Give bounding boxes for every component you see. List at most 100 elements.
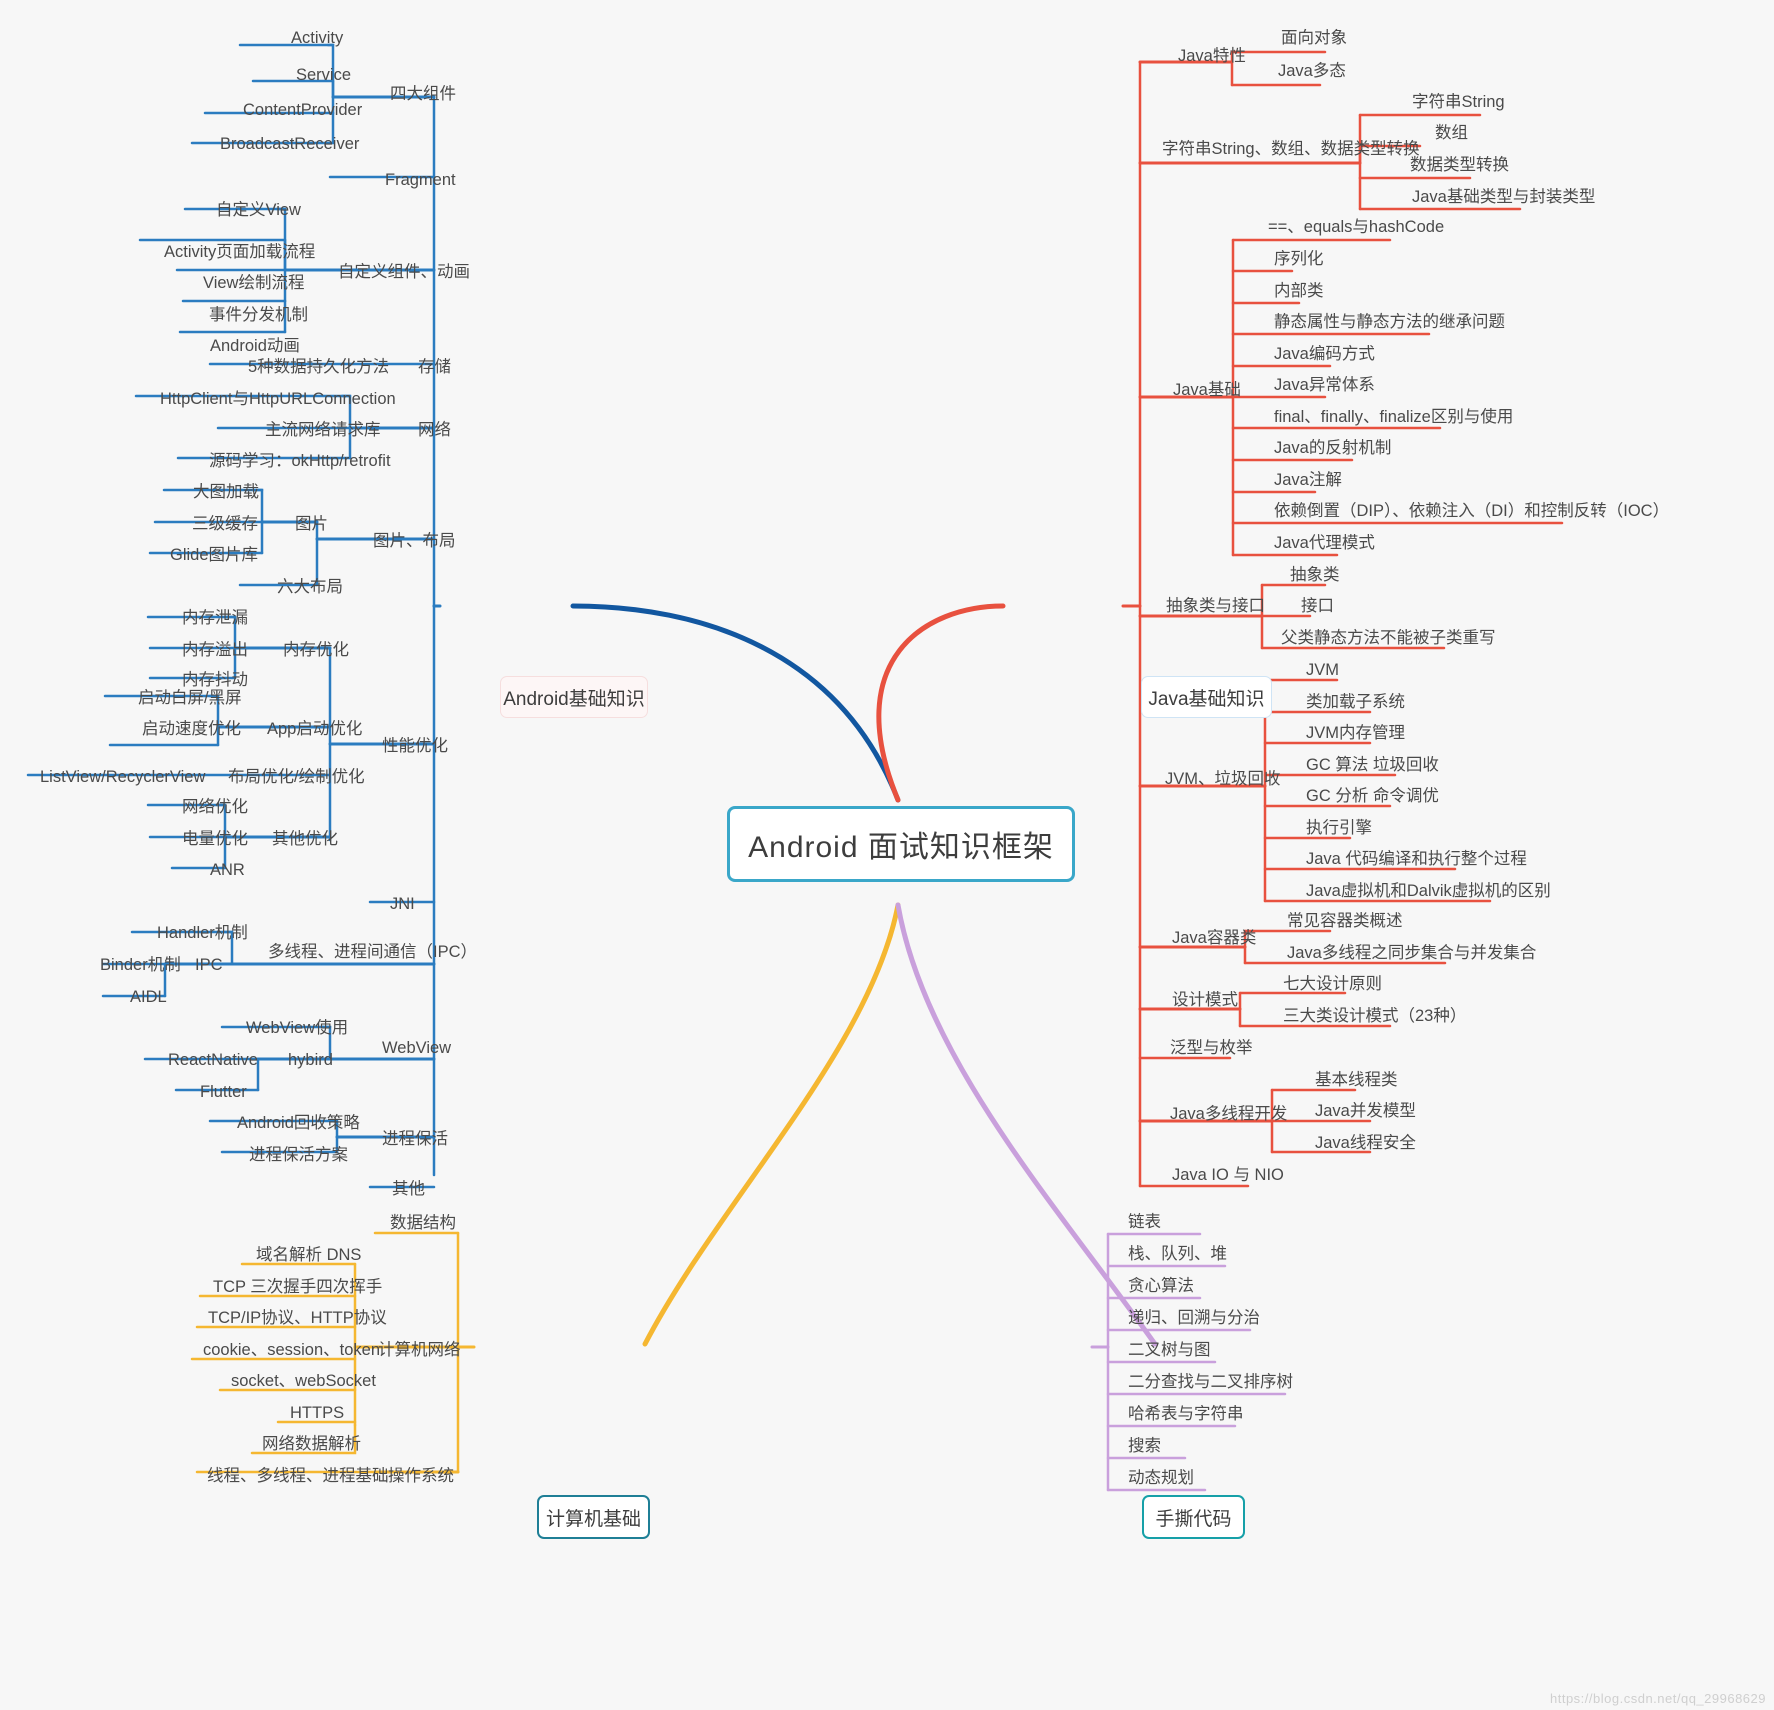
leaf-stack-queue-heap[interactable]: 栈、队列、堆 <box>1128 1244 1227 1264</box>
group-other-optimization[interactable]: 其他优化 <box>272 829 338 849</box>
leaf-webview-usage[interactable]: WebView使用 <box>246 1018 348 1038</box>
leaf-recursion-backtrack-divide[interactable]: 递归、回溯与分治 <box>1128 1308 1260 1328</box>
leaf-java-exception-system[interactable]: Java异常体系 <box>1274 375 1375 395</box>
leaf-network-optimization[interactable]: 网络优化 <box>182 797 248 817</box>
group-jni[interactable]: JNI <box>390 894 415 914</box>
group-image[interactable]: 图片 <box>295 514 328 534</box>
leaf-java-concurrency-model[interactable]: Java并发模型 <box>1315 1101 1416 1121</box>
leaf-jvm[interactable]: JVM <box>1306 660 1339 680</box>
leaf-java-encoding[interactable]: Java编码方式 <box>1274 344 1375 364</box>
leaf-three-pattern-types[interactable]: 三大类设计模式（23种） <box>1283 1006 1466 1026</box>
root-node[interactable]: Android 面试知识框架 <box>727 806 1075 882</box>
branch-handwritten-code[interactable]: 手撕代码 <box>1142 1495 1245 1539</box>
leaf-android-animation[interactable]: Android动画 <box>210 336 300 356</box>
leaf-handler-mechanism[interactable]: Handler机制 <box>157 923 248 943</box>
group-java-basics[interactable]: Java基础 <box>1173 380 1241 400</box>
leaf-basic-thread-class[interactable]: 基本线程类 <box>1315 1070 1398 1090</box>
group-java-io-nio[interactable]: Java IO 与 NIO <box>1172 1165 1284 1185</box>
leaf-six-layouts[interactable]: 六大布局 <box>277 577 343 597</box>
group-storage[interactable]: 存储 <box>418 357 451 377</box>
leaf-execution-engine[interactable]: 执行引擎 <box>1306 818 1372 838</box>
group-fragment[interactable]: Fragment <box>385 170 456 190</box>
leaf-abstract-class[interactable]: 抽象类 <box>1290 565 1340 585</box>
leaf-listview-recyclerview[interactable]: ListView/RecyclerView <box>40 767 205 787</box>
leaf-three-level-cache[interactable]: 三级缓存 <box>192 514 258 534</box>
leaf-content-provider[interactable]: ContentProvider <box>243 100 362 120</box>
leaf-compile-execute-process[interactable]: Java 代码编译和执行整个过程 <box>1306 849 1527 869</box>
leaf-java-thread-safety[interactable]: Java线程安全 <box>1315 1133 1416 1153</box>
group-operating-system[interactable]: 操作系统 <box>388 1466 454 1486</box>
leaf-java-proxy-pattern[interactable]: Java代理模式 <box>1274 533 1375 553</box>
leaf-tcpip-http[interactable]: TCP/IP协议、HTTP协议 <box>208 1308 387 1328</box>
group-performance-optimization[interactable]: 性能优化 <box>382 736 448 756</box>
leaf-final-finally-finalize[interactable]: final、finally、finalize区别与使用 <box>1274 407 1513 427</box>
leaf-thread-process-basics[interactable]: 线程、多线程、进程基础 <box>207 1466 389 1486</box>
leaf-memory-leak[interactable]: 内存泄漏 <box>182 608 248 628</box>
leaf-mainstream-network-lib[interactable]: 主流网络请求库 <box>265 420 381 440</box>
group-four-components[interactable]: 四大组件 <box>390 84 456 104</box>
group-string-array-convert[interactable]: 字符串String、数组、数据类型转换 <box>1162 139 1420 159</box>
leaf-cookie-session-token[interactable]: cookie、session、token <box>203 1340 380 1360</box>
leaf-binary-search-bst[interactable]: 二分查找与二叉排序树 <box>1128 1372 1293 1392</box>
group-memory-optimization[interactable]: 内存优化 <box>283 640 349 660</box>
leaf-memory-overflow[interactable]: 内存溢出 <box>182 640 248 660</box>
leaf-seven-design-principles[interactable]: 七大设计原则 <box>1283 974 1382 994</box>
leaf-view-draw-flow[interactable]: View绘制流程 <box>203 273 304 293</box>
leaf-android-recycle-policy[interactable]: Android回收策略 <box>237 1113 360 1133</box>
leaf-tcp-handshake[interactable]: TCP 三次握手四次挥手 <box>213 1277 382 1297</box>
leaf-data-type-convert[interactable]: 数据类型转换 <box>1410 155 1509 175</box>
group-network[interactable]: 网络 <box>418 420 451 440</box>
leaf-keep-alive-plan[interactable]: 进程保活方案 <box>249 1145 348 1165</box>
leaf-java-reflection[interactable]: Java的反射机制 <box>1274 438 1391 458</box>
leaf-big-image-loading[interactable]: 大图加载 <box>193 482 259 502</box>
group-webview[interactable]: WebView <box>382 1038 451 1058</box>
group-image-layout[interactable]: 图片、布局 <box>373 531 456 551</box>
group-layout-draw-optimization[interactable]: 布局优化/绘制优化 <box>228 767 365 787</box>
leaf-gc-analysis[interactable]: GC 分析 命令调优 <box>1306 786 1439 806</box>
leaf-serialization[interactable]: 序列化 <box>1274 249 1324 269</box>
leaf-base-wrapper-types[interactable]: Java基础类型与封装类型 <box>1412 187 1595 207</box>
leaf-equals-hashcode[interactable]: ==、equals与hashCode <box>1268 217 1444 237</box>
group-other[interactable]: 其他 <box>392 1179 425 1199</box>
leaf-class-loader[interactable]: 类加载子系统 <box>1306 692 1405 712</box>
group-process-keep-alive[interactable]: 进程保活 <box>382 1129 448 1149</box>
leaf-flutter[interactable]: Flutter <box>200 1082 247 1102</box>
leaf-activity[interactable]: Activity <box>291 28 343 48</box>
leaf-binary-tree-graph[interactable]: 二叉树与图 <box>1128 1340 1211 1360</box>
leaf-java-annotation[interactable]: Java注解 <box>1274 470 1342 490</box>
leaf-anr[interactable]: ANR <box>210 860 245 880</box>
group-jvm-gc[interactable]: JVM、垃圾回收 <box>1165 769 1281 789</box>
leaf-gc-algorithm[interactable]: GC 算法 垃圾回收 <box>1306 755 1439 775</box>
leaf-jvm-memory[interactable]: JVM内存管理 <box>1306 723 1405 743</box>
leaf-activity-load-flow[interactable]: Activity页面加载流程 <box>164 242 315 262</box>
leaf-memory-churn[interactable]: 内存抖动 <box>182 670 248 690</box>
leaf-binder-mechanism[interactable]: Binder机制 <box>100 955 181 975</box>
leaf-https[interactable]: HTTPS <box>290 1403 344 1423</box>
leaf-interface[interactable]: 接口 <box>1301 596 1334 616</box>
group-java-features[interactable]: Java特性 <box>1178 46 1246 66</box>
leaf-java-polymorphism[interactable]: Java多态 <box>1278 61 1346 81</box>
group-custom-component-animation[interactable]: 自定义组件、动画 <box>338 262 470 282</box>
branch-computer-basics[interactable]: 计算机基础 <box>537 1495 650 1539</box>
leaf-oop[interactable]: 面向对象 <box>1281 28 1347 48</box>
leaf-linked-list[interactable]: 链表 <box>1128 1212 1161 1232</box>
leaf-startup-white-black-screen[interactable]: 启动白屏/黑屏 <box>138 688 242 708</box>
leaf-network-data-parsing[interactable]: 网络数据解析 <box>262 1434 361 1454</box>
leaf-custom-view[interactable]: 自定义View <box>216 200 301 220</box>
leaf-httpclient-httpurlconnection[interactable]: HttpClient与HttpURLConnection <box>160 389 396 409</box>
leaf-startup-speed-optimization[interactable]: 启动速度优化 <box>142 719 241 739</box>
leaf-source-study-okhttp[interactable]: 源码学习：okHttp/retrofit <box>209 451 391 471</box>
leaf-event-dispatch[interactable]: 事件分发机制 <box>209 305 308 325</box>
leaf-reactnative[interactable]: ReactNative <box>168 1050 258 1070</box>
leaf-socket-websocket[interactable]: socket、webSocket <box>231 1371 376 1391</box>
leaf-dip-di-ioc[interactable]: 依赖倒置（DIP）、依赖注入（DI）和控制反转（IOC） <box>1274 501 1669 521</box>
leaf-string[interactable]: 字符串String <box>1412 92 1505 112</box>
leaf-five-persistence-methods[interactable]: 5种数据持久化方法 <box>248 357 389 377</box>
group-hybird[interactable]: hybird <box>288 1050 333 1070</box>
leaf-aidl[interactable]: AIDL <box>130 987 167 1007</box>
group-java-multithread[interactable]: Java多线程开发 <box>1170 1104 1287 1124</box>
leaf-sync-concurrent-collection[interactable]: Java多线程之同步集合与并发集合 <box>1287 943 1536 963</box>
leaf-hash-string[interactable]: 哈希表与字符串 <box>1128 1404 1244 1424</box>
group-app-startup-optimization[interactable]: App启动优化 <box>267 719 362 739</box>
group-abstract-interface[interactable]: 抽象类与接口 <box>1166 596 1265 616</box>
